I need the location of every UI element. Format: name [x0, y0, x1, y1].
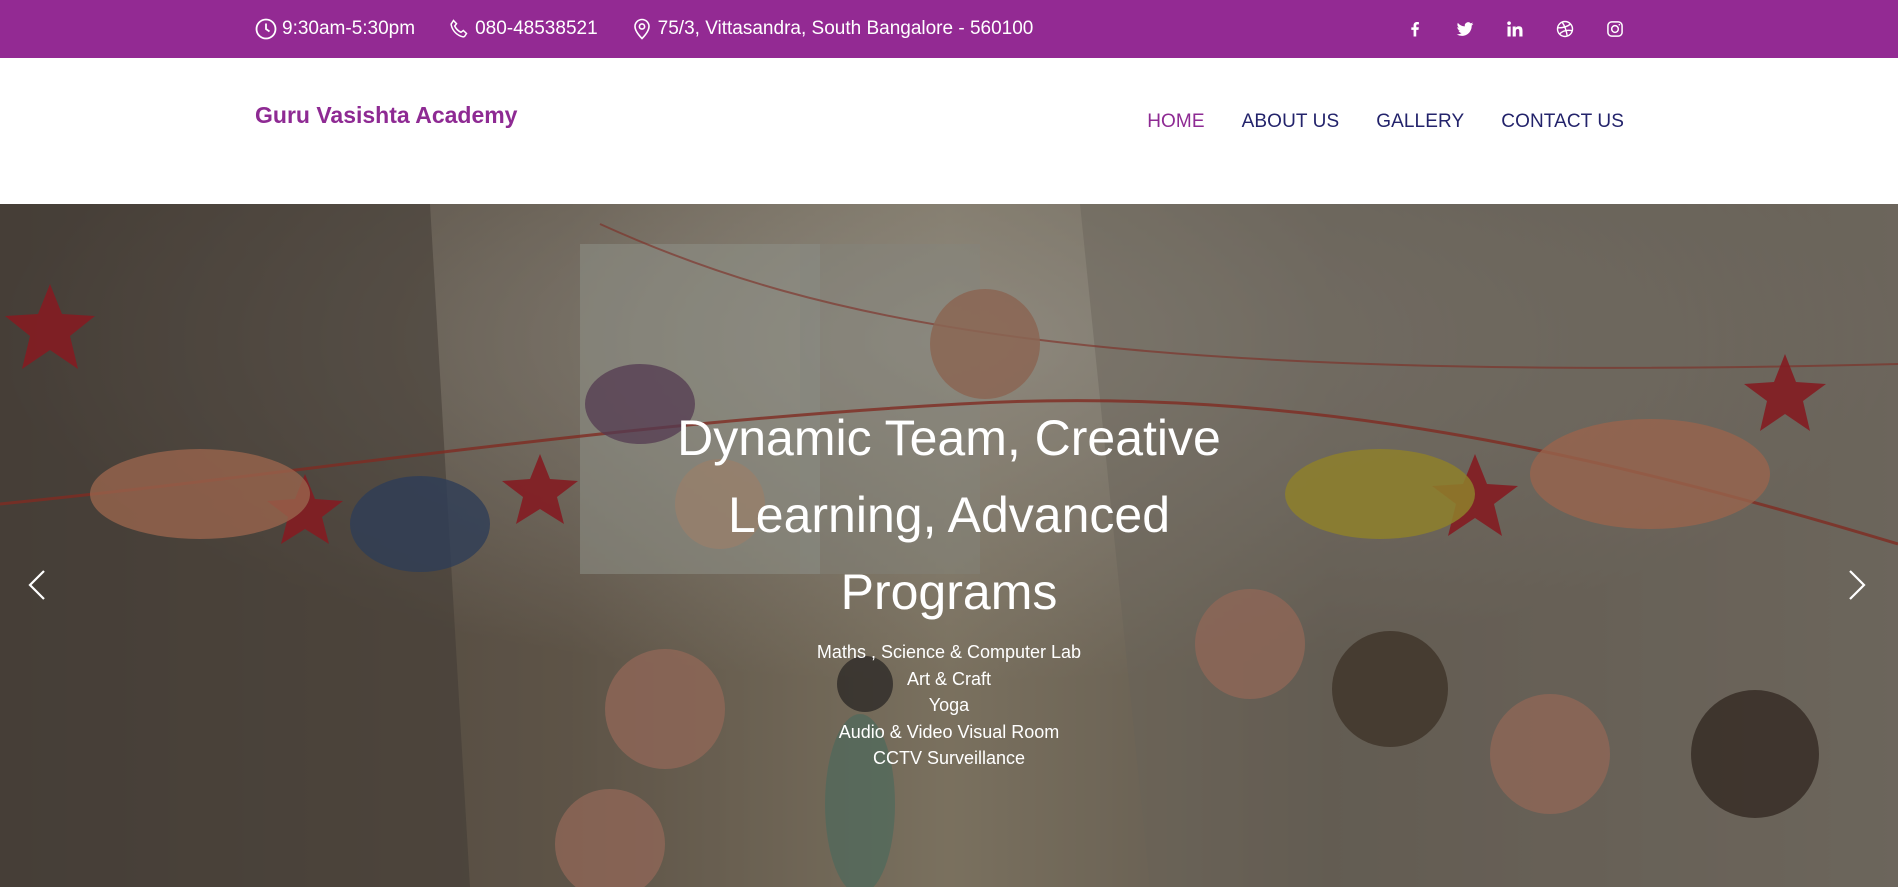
site-header: Guru Vasishta Academy HOME ABOUT US GALL…	[0, 58, 1898, 204]
hero-feature-item: Art & Craft	[906, 668, 991, 689]
hero-feature-item: Audio & Video Visual Room	[838, 721, 1060, 742]
linkedin-link[interactable]	[1504, 18, 1526, 40]
address-item: 75/3, Vittasandra, South Bangalore - 560…	[630, 17, 1034, 41]
instagram-icon	[1607, 21, 1623, 37]
brand-logo[interactable]: Guru Vasishta Academy	[255, 102, 517, 129]
chevron-left-icon	[28, 570, 45, 600]
slider-prev-button[interactable]	[17, 560, 57, 610]
hero-title-line-1: Dynamic Team, Creative	[677, 410, 1221, 466]
hero-title-line-3: Programs	[840, 564, 1058, 620]
nav-home[interactable]: HOME	[1147, 111, 1204, 133]
clock-icon	[255, 18, 277, 40]
facebook-icon	[1411, 22, 1419, 37]
hero-content: Dynamic Team, Creative Learning, Advance…	[549, 400, 1349, 772]
instagram-link[interactable]	[1604, 18, 1626, 40]
phone-icon	[450, 19, 468, 38]
dribbble-icon	[1556, 20, 1574, 38]
chevron-right-icon	[1849, 570, 1866, 600]
slider-next-button[interactable]	[1837, 560, 1877, 610]
phone-item[interactable]: 080-48538521	[447, 17, 598, 41]
twitter-link[interactable]	[1454, 18, 1476, 40]
contact-info: 9:30am-5:30pm 080-48538521 75/3, Vittasa…	[254, 17, 1065, 41]
social-links	[1376, 18, 1626, 40]
nav-contact-us[interactable]: CONTACT US	[1501, 111, 1624, 133]
phone-text[interactable]: 080-48538521	[475, 18, 598, 40]
top-bar-inner: 9:30am-5:30pm 080-48538521 75/3, Vittasa…	[254, 0, 1626, 58]
hero-slider: Dynamic Team, Creative Learning, Advance…	[0, 204, 1898, 887]
hero-feature-item: Yoga	[928, 695, 970, 715]
hero-feature-item: Maths , Science & Computer Lab	[816, 642, 1082, 662]
hero-feature-list: Maths , Science & Computer Lab Art & Cra…	[549, 639, 1349, 772]
dribbble-link[interactable]	[1554, 18, 1576, 40]
hero-title: Dynamic Team, Creative Learning, Advance…	[549, 400, 1349, 631]
hero-title-line-2: Learning, Advanced	[727, 487, 1171, 543]
nav-about-us[interactable]: ABOUT US	[1242, 111, 1340, 133]
twitter-icon	[1456, 22, 1474, 36]
linkedin-icon	[1507, 21, 1523, 37]
location-pin-icon	[633, 18, 650, 40]
top-bar: 9:30am-5:30pm 080-48538521 75/3, Vittasa…	[0, 0, 1898, 58]
main-nav: HOME ABOUT US GALLERY CONTACT US	[1110, 111, 1624, 133]
facebook-link[interactable]	[1404, 18, 1426, 40]
nav-gallery[interactable]: GALLERY	[1376, 111, 1464, 133]
hero-feature-item: CCTV Surveillance	[872, 748, 1026, 768]
hours-text: 9:30am-5:30pm	[282, 18, 416, 39]
hours-item: 9:30am-5:30pm	[254, 17, 415, 41]
address-text: 75/3, Vittasandra, South Bangalore - 560…	[657, 18, 1034, 39]
